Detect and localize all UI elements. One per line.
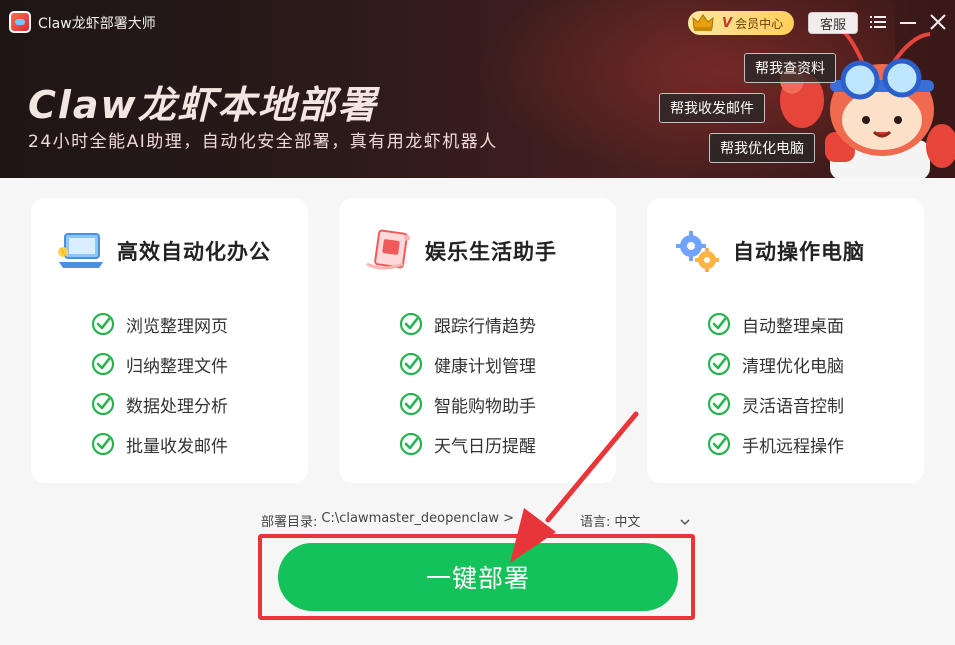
feature-item-label: 健康计划管理 bbox=[434, 356, 536, 377]
language-select[interactable]: 语言: 中文 bbox=[580, 511, 640, 530]
list-item: 手机远程操作 bbox=[707, 424, 844, 464]
check-circle-icon bbox=[707, 312, 731, 336]
feature-list: 跟踪行情趋势 健康计划管理 智能购物助手 天气日历提醒 bbox=[399, 304, 536, 464]
feature-item-label: 自动整理桌面 bbox=[742, 316, 844, 337]
feature-item-label: 天气日历提醒 bbox=[434, 436, 536, 457]
check-circle-icon bbox=[399, 392, 423, 416]
check-circle-icon bbox=[707, 352, 731, 376]
feature-card-office: 高效自动化办公 浏览整理网页 归纳整理文件 数据处理分析 批量收发邮件 bbox=[31, 198, 308, 483]
deploy-directory-path[interactable]: C:\clawmaster_deopenclaw > bbox=[321, 511, 514, 530]
deploy-directory-label: 部署目录: bbox=[261, 515, 318, 530]
feature-list: 浏览整理网页 归纳整理文件 数据处理分析 批量收发邮件 bbox=[91, 304, 228, 464]
banner-title: Claw龙虾本地部署 bbox=[28, 83, 378, 127]
feature-item-label: 数据处理分析 bbox=[126, 396, 228, 417]
help-email-button[interactable]: 帮我收发邮件 bbox=[659, 93, 765, 123]
close-icon[interactable] bbox=[928, 12, 948, 32]
help-search-button[interactable]: 帮我查资料 bbox=[744, 53, 836, 83]
card-title: 娱乐生活助手 bbox=[425, 240, 557, 264]
minimize-icon[interactable] bbox=[898, 12, 918, 32]
card-title: 高效自动化办公 bbox=[117, 240, 271, 264]
check-circle-icon bbox=[91, 312, 115, 336]
help-optimize-button[interactable]: 帮我优化电脑 bbox=[709, 133, 815, 163]
app-logo-icon bbox=[9, 11, 31, 33]
office-icon bbox=[55, 228, 107, 274]
one-click-deploy-button[interactable]: 一键部署 bbox=[278, 543, 678, 611]
deploy-directory-row: 部署目录: C:\clawmaster_deopenclaw > bbox=[261, 511, 514, 530]
card-header: 高效自动化办公 bbox=[55, 228, 271, 274]
vip-label: 会员中心 bbox=[735, 16, 784, 31]
vip-center-button[interactable]: V 会员中心 bbox=[688, 11, 794, 35]
list-item: 归纳整理文件 bbox=[91, 344, 228, 384]
card-header: 娱乐生活助手 bbox=[363, 228, 557, 274]
list-item: 数据处理分析 bbox=[91, 384, 228, 424]
check-circle-icon bbox=[707, 392, 731, 416]
life-assistant-icon bbox=[363, 228, 415, 274]
feature-item-label: 浏览整理网页 bbox=[126, 316, 228, 337]
gears-icon bbox=[671, 228, 723, 274]
check-circle-icon bbox=[399, 432, 423, 456]
feature-item-label: 批量收发邮件 bbox=[126, 436, 228, 457]
list-item: 智能购物助手 bbox=[399, 384, 536, 424]
list-item: 批量收发邮件 bbox=[91, 424, 228, 464]
list-item: 自动整理桌面 bbox=[707, 304, 844, 344]
app-title: Claw龙虾部署大师 bbox=[38, 16, 156, 32]
list-item: 健康计划管理 bbox=[399, 344, 536, 384]
feature-list: 自动整理桌面 清理优化电脑 灵活语音控制 手机远程操作 bbox=[707, 304, 844, 464]
check-circle-icon bbox=[91, 352, 115, 376]
list-item: 跟踪行情趋势 bbox=[399, 304, 536, 344]
feature-item-label: 归纳整理文件 bbox=[126, 356, 228, 377]
banner-subtitle: 24小时全能AI助理，自动化安全部署，真有用龙虾机器人 bbox=[28, 132, 498, 152]
check-circle-icon bbox=[399, 352, 423, 376]
feature-item-label: 手机远程操作 bbox=[742, 436, 844, 457]
feature-card-life: 娱乐生活助手 跟踪行情趋势 健康计划管理 智能购物助手 天气日历提醒 bbox=[339, 198, 616, 483]
feature-item-label: 智能购物助手 bbox=[434, 396, 536, 417]
feature-card-computer: 自动操作电脑 自动整理桌面 清理优化电脑 灵活语音控制 手机远程操作 bbox=[647, 198, 924, 483]
card-header: 自动操作电脑 bbox=[671, 228, 865, 274]
feature-item-label: 跟踪行情趋势 bbox=[434, 316, 536, 337]
check-circle-icon bbox=[91, 392, 115, 416]
feature-item-label: 清理优化电脑 bbox=[742, 356, 844, 377]
list-item: 灵活语音控制 bbox=[707, 384, 844, 424]
check-circle-icon bbox=[707, 432, 731, 456]
title-bar: Claw龙虾部署大师 V 会员中心 客服 bbox=[0, 0, 955, 44]
list-item: 天气日历提醒 bbox=[399, 424, 536, 464]
check-circle-icon bbox=[399, 312, 423, 336]
chevron-down-icon[interactable] bbox=[679, 513, 691, 526]
menu-icon[interactable] bbox=[868, 12, 888, 32]
list-item: 浏览整理网页 bbox=[91, 304, 228, 344]
customer-service-button[interactable]: 客服 bbox=[808, 12, 858, 34]
header-banner: Claw龙虾部署大师 V 会员中心 客服 Claw龙虾本地部署 24小时全能AI… bbox=[0, 0, 955, 178]
check-circle-icon bbox=[91, 432, 115, 456]
feature-item-label: 灵活语音控制 bbox=[742, 396, 844, 417]
list-item: 清理优化电脑 bbox=[707, 344, 844, 384]
vip-badge: V bbox=[722, 15, 733, 31]
card-title: 自动操作电脑 bbox=[733, 240, 865, 264]
language-label: 语言: bbox=[580, 515, 611, 530]
language-value: 中文 bbox=[614, 515, 641, 530]
crown-icon bbox=[692, 13, 714, 33]
